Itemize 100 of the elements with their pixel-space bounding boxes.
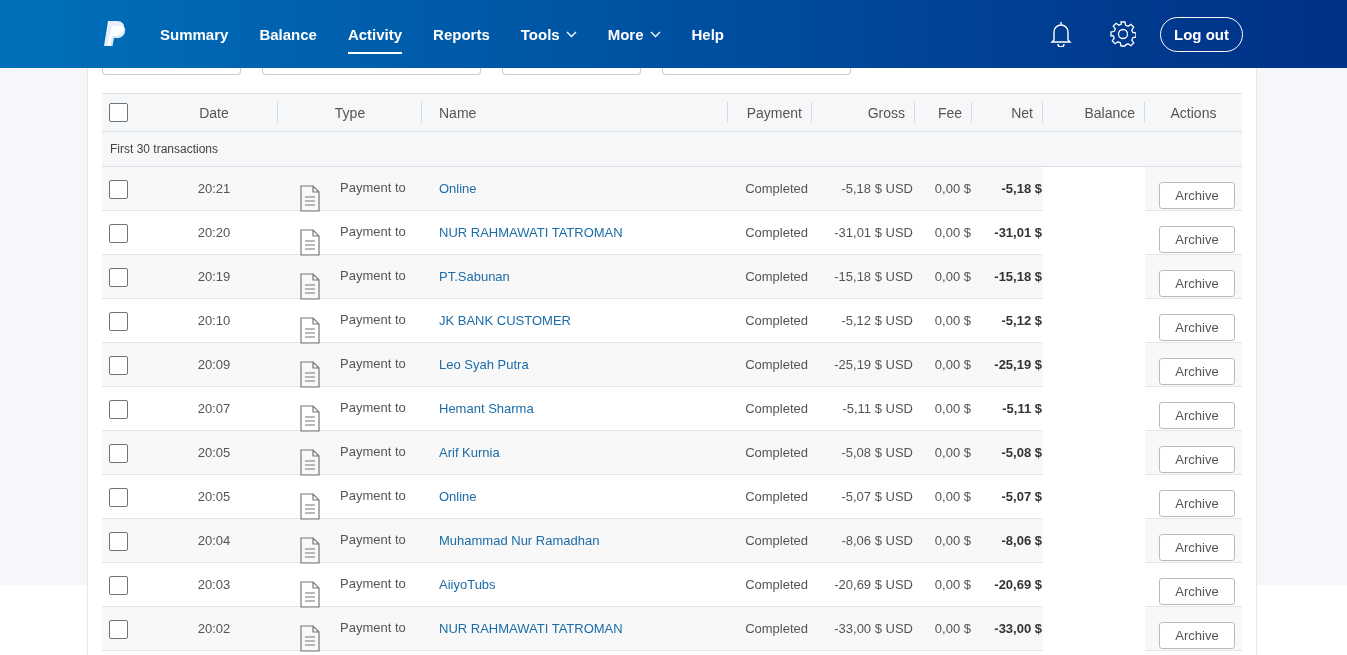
table-cell: 20:03 <box>197 577 231 592</box>
name-link[interactable]: NUR RAHMAWATI TATROMAN <box>439 225 623 240</box>
column-header[interactable]: Fee <box>937 104 962 121</box>
table-row[interactable]: 20:05 Payment to Arif Kurnia Completed -5,08 $ USD 0,00 $ -5,08 $ Archive <box>102 431 1242 475</box>
filter-field[interactable] <box>502 68 641 75</box>
checkbox[interactable] <box>109 576 128 595</box>
table-cell: 20:10 <box>197 313 231 328</box>
document-icon <box>300 493 320 520</box>
name-link[interactable]: AiiyoTubs <box>439 577 496 592</box>
document-icon <box>300 449 320 476</box>
table-cell: 0,00 $ <box>934 225 971 240</box>
nav-tab[interactable]: Activity <box>347 14 403 54</box>
filter-field[interactable] <box>662 68 851 75</box>
table-cell: -20,69 $ USD <box>834 577 913 592</box>
table-cell: Payment to <box>340 356 406 371</box>
logo-icon[interactable] <box>102 19 128 49</box>
column-header[interactable]: Actions <box>1170 104 1217 121</box>
table-row[interactable]: 20:21 Payment to Online Completed -5,18 $ USD 0,00 $ -5,18 $ Archive <box>102 167 1242 211</box>
table-cell: Payment to <box>340 312 406 327</box>
column-header[interactable]: Balance <box>1084 104 1135 121</box>
table-cell: 0,00 $ <box>934 489 971 504</box>
checkbox[interactable] <box>109 488 128 507</box>
table-cell: 20:20 <box>197 225 231 240</box>
name-link[interactable]: JK BANK CUSTOMER <box>439 313 571 328</box>
table-cell: Completed <box>745 533 808 548</box>
table-cell: Completed <box>745 577 808 592</box>
checkbox[interactable] <box>109 400 128 419</box>
column-header[interactable]: Type <box>334 104 366 121</box>
checkbox[interactable] <box>109 268 128 287</box>
table-cell: -20,69 $ <box>994 577 1042 592</box>
column-header[interactable]: Gross <box>867 104 905 121</box>
group-label: First 30 transactions <box>110 142 219 156</box>
table-cell: -5,18 $ USD <box>841 181 913 196</box>
archive-button[interactable]: Archive <box>1159 534 1235 561</box>
table-cell: Completed <box>745 621 808 636</box>
checkbox[interactable] <box>109 620 128 639</box>
table-cell: -15,18 $ <box>994 269 1042 284</box>
archive-button[interactable]: Archive <box>1159 226 1235 253</box>
nav-tab[interactable]: Reports <box>433 14 490 54</box>
table-cell: -15,18 $ USD <box>834 269 913 284</box>
checkbox[interactable] <box>109 224 128 243</box>
table-cell: Completed <box>745 445 808 460</box>
name-link[interactable]: Leo Syah Putra <box>439 357 529 372</box>
table-cell: 0,00 $ <box>934 181 971 196</box>
table-cell: Completed <box>745 489 808 504</box>
table-cell: -5,11 $ <box>1002 401 1042 416</box>
table-cell: 0,00 $ <box>934 445 971 460</box>
name-link[interactable]: Online <box>439 489 477 504</box>
nav-tab[interactable]: More <box>607 14 661 54</box>
archive-button[interactable]: Archive <box>1159 270 1235 297</box>
nav-tab[interactable]: Help <box>691 14 725 54</box>
document-icon <box>300 625 320 652</box>
bell-icon[interactable] <box>1050 21 1072 47</box>
name-link[interactable]: Muhammad Nur Ramadhan <box>439 533 600 548</box>
nav-tab[interactable]: Tools <box>520 14 577 54</box>
archive-button[interactable]: Archive <box>1159 314 1235 341</box>
settings-icon[interactable] <box>1110 21 1136 47</box>
filter-field[interactable] <box>262 68 481 75</box>
table-cell: Completed <box>745 357 808 372</box>
archive-button[interactable]: Archive <box>1159 402 1235 429</box>
document-icon <box>300 317 320 344</box>
table-cell: Completed <box>745 313 808 328</box>
archive-button[interactable]: Archive <box>1159 182 1235 209</box>
table-cell: 20:19 <box>197 269 231 284</box>
checkbox[interactable] <box>109 356 128 375</box>
document-icon <box>300 273 320 300</box>
table-row[interactable]: 20:02 Payment to NUR RAHMAWATI TATROMAN Completed -33,00 $ USD 0,00 $ -33,00 $ Archive <box>102 607 1242 651</box>
column-header[interactable]: Date <box>199 104 229 121</box>
table-cell: Payment to <box>340 444 406 459</box>
checkbox[interactable] <box>109 103 128 122</box>
checkbox[interactable] <box>109 312 128 331</box>
document-icon <box>300 405 320 432</box>
table-cell: -31,01 $ <box>994 225 1042 240</box>
checkbox[interactable] <box>109 532 128 551</box>
archive-button[interactable]: Archive <box>1159 490 1235 517</box>
table-row[interactable]: 20:19 Payment to PT.Sabunan Completed -15,18 $ USD 0,00 $ -15,18 $ Archive <box>102 255 1242 299</box>
table-row[interactable]: 20:04 Payment to Muhammad Nur Ramadhan Completed -8,06 $ USD 0,00 $ -8,06 $ Archive <box>102 519 1242 563</box>
table-cell: 20:07 <box>197 401 231 416</box>
archive-button[interactable]: Archive <box>1159 622 1235 649</box>
filter-field[interactable] <box>102 68 241 75</box>
table-row[interactable]: 20:09 Payment to Leo Syah Putra Completed -25,19 $ USD 0,00 $ -25,19 $ Archive <box>102 343 1242 387</box>
nav-tab[interactable]: Summary <box>160 14 229 54</box>
column-header[interactable]: Payment <box>746 104 802 121</box>
table-cell: -5,18 $ <box>1001 181 1042 196</box>
column-header[interactable]: Net <box>1011 104 1033 121</box>
column-header[interactable]: Name <box>439 104 477 121</box>
archive-button[interactable]: Archive <box>1159 358 1235 385</box>
name-link[interactable]: Arif Kurnia <box>439 445 500 460</box>
checkbox[interactable] <box>109 180 128 199</box>
archive-button[interactable]: Archive <box>1159 578 1235 605</box>
name-link[interactable]: Hemant Sharma <box>439 401 534 416</box>
table-cell: Completed <box>745 269 808 284</box>
name-link[interactable]: NUR RAHMAWATI TATROMAN <box>439 621 623 636</box>
archive-button[interactable]: Archive <box>1159 446 1235 473</box>
nav-tab[interactable]: Balance <box>259 14 317 54</box>
document-icon <box>300 581 320 608</box>
name-link[interactable]: Online <box>439 181 477 196</box>
table-cell: 0,00 $ <box>934 357 971 372</box>
checkbox[interactable] <box>109 444 128 463</box>
name-link[interactable]: PT.Sabunan <box>439 269 510 284</box>
